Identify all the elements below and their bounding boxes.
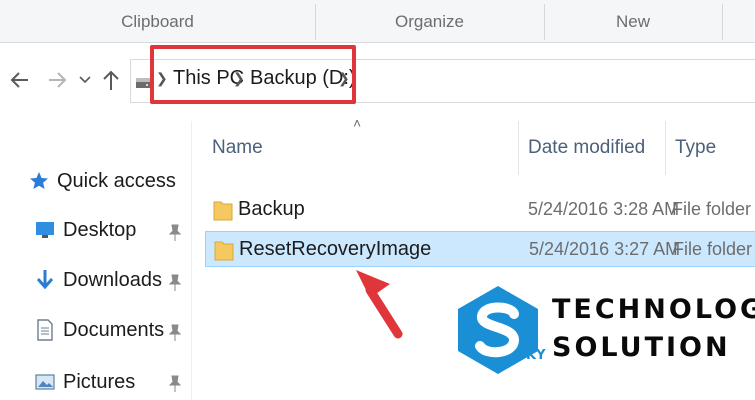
file-type: File folder [672, 199, 752, 219]
column-divider[interactable] [665, 121, 666, 175]
picture-icon [34, 371, 56, 393]
download-icon [34, 269, 56, 291]
file-name: ResetRecoveryImage [239, 238, 432, 260]
sidebar-item-label: Downloads [63, 268, 162, 291]
file-name: Backup [238, 198, 305, 220]
ribbon-group-clipboard[interactable]: Clipboard [0, 0, 315, 43]
file-row-resetrecoveryimage[interactable]: ResetRecoveryImage 5/24/2016 3:27 AM Fil… [205, 231, 755, 267]
folder-icon [213, 201, 233, 221]
column-header-date-modified[interactable]: Date modified [528, 137, 645, 159]
ribbon-group-labels: Clipboard Organize New [0, 0, 755, 43]
navigation-pane: Quick access Desktop Downloads Documents… [0, 121, 192, 400]
chevron-down-icon [79, 76, 91, 84]
navigation-bar: ❯ This PC ❯ Backup (D:) ❯ [0, 43, 755, 121]
pin-icon[interactable] [168, 375, 182, 393]
column-header-name[interactable]: Name [212, 137, 263, 159]
ribbon-divider [722, 4, 723, 40]
arrow-up-icon [103, 70, 119, 90]
pin-icon[interactable] [168, 324, 182, 342]
arrow-right-icon [49, 72, 67, 88]
column-header-type[interactable]: Type [675, 137, 716, 159]
drive-icon [136, 78, 150, 88]
column-divider[interactable] [518, 121, 519, 175]
sidebar-item-label: Documents [63, 318, 165, 341]
sidebar-item-label: Desktop [63, 218, 137, 241]
file-type: File folder [673, 239, 753, 259]
file-date: 5/24/2016 3:27 AM [529, 239, 681, 259]
file-row-backup[interactable]: Backup 5/24/2016 3:28 AM File folder [205, 192, 755, 228]
sidebar-item-label: Pictures [63, 370, 136, 393]
pin-icon[interactable] [168, 224, 182, 242]
column-headers: Name Date modified Type [192, 121, 755, 175]
watermark-line-1: TECHNOLOGY [552, 294, 755, 325]
up-button[interactable] [98, 65, 124, 95]
star-icon [28, 170, 50, 192]
sidebar-item-documents[interactable]: Documents [34, 315, 164, 345]
file-date: 5/24/2016 3:28 AM [528, 199, 680, 219]
sort-ascending-icon: ˄ [353, 115, 362, 131]
pin-icon[interactable] [168, 274, 182, 292]
document-icon [34, 319, 56, 341]
annotation-highlight-box [150, 45, 356, 104]
watermark-badge: KY [526, 348, 546, 363]
sidebar-item-pictures[interactable]: Pictures [34, 367, 135, 397]
sidebar-item-desktop[interactable]: Desktop [34, 215, 136, 245]
sidebar-item-quick-access[interactable]: Quick access [28, 166, 176, 196]
recent-locations-button[interactable] [76, 65, 94, 95]
ribbon-group-new[interactable]: New [544, 0, 722, 43]
folder-icon [214, 241, 234, 261]
desktop-icon [34, 219, 56, 241]
logo-mark-icon [458, 286, 538, 374]
annotation-arrow-icon [356, 270, 403, 339]
watermark-logo: TECHNOLOGY SOLUTION KY [450, 282, 755, 382]
ribbon-group-organize[interactable]: Organize [315, 0, 544, 43]
watermark-line-2: SOLUTION [552, 332, 731, 363]
forward-button[interactable] [44, 65, 70, 95]
back-button[interactable] [6, 65, 34, 95]
sidebar-item-downloads[interactable]: Downloads [34, 265, 162, 295]
sidebar-item-label: Quick access [57, 169, 176, 192]
arrow-left-icon [10, 72, 28, 88]
